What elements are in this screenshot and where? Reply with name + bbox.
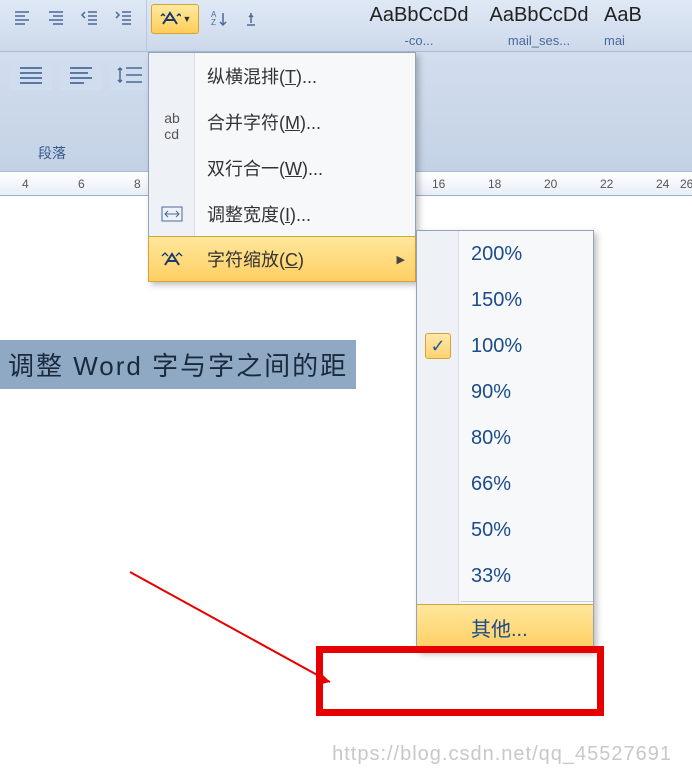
menu-item-horizontal-vertical[interactable]: 纵横混排(T)... <box>149 53 415 99</box>
option-label: 200% <box>471 243 522 266</box>
submenu-arrow-icon: ▶ <box>397 253 405 266</box>
menu-label: 双行合一(W)... <box>207 155 323 181</box>
scale-option-200[interactable]: 200% <box>417 231 593 277</box>
menu-divider <box>461 601 593 602</box>
menu-label: 字符缩放(C) <box>207 246 304 272</box>
style-name: mai <box>604 33 654 48</box>
line-spacing-button[interactable] <box>110 60 152 90</box>
ruler-mark: 16 <box>432 177 445 191</box>
paragraph-buttons-group <box>0 0 147 51</box>
decrease-indent-button[interactable] <box>76 6 104 32</box>
ruler-mark: 8 <box>134 177 141 191</box>
ribbon-toolbar: ▼ AZ AaBbCcDd -co... AaBbCcDd mail_ses..… <box>0 0 692 52</box>
ruler-mark: 4 <box>22 177 29 191</box>
indent-left-button[interactable] <box>8 6 36 32</box>
menu-label: 调整宽度(I)... <box>207 201 311 227</box>
style-preview: AaBbCcDd <box>364 4 474 27</box>
scale-option-80[interactable]: 80% <box>417 415 593 461</box>
style-preview: AaB <box>604 4 654 27</box>
annotation-arrow <box>120 562 360 702</box>
menu-item-fit-width[interactable]: 调整宽度(I)... <box>149 191 415 237</box>
char-scale-icon <box>149 238 195 282</box>
watermark: https://blog.csdn.net/qq_45527691 <box>332 743 672 766</box>
option-label: 50% <box>471 519 511 542</box>
ruler-mark: 18 <box>488 177 501 191</box>
menu-item-two-lines[interactable]: 双行合一(W)... <box>149 145 415 191</box>
ruler-mark: 26 <box>680 177 692 191</box>
show-marks-button[interactable] <box>237 6 265 32</box>
asian-layout-button[interactable]: ▼ <box>151 4 199 34</box>
check-icon: ✓ <box>425 333 451 359</box>
option-label: 150% <box>471 289 522 312</box>
option-label: 其他... <box>471 613 528 642</box>
indent-right-button[interactable] <box>42 6 70 32</box>
option-label: 66% <box>471 473 511 496</box>
increase-indent-button[interactable] <box>110 6 138 32</box>
ruler-mark: 20 <box>544 177 557 191</box>
selected-text[interactable]: 调整 Word 字与字之间的距 <box>0 340 356 389</box>
scale-option-90[interactable]: 90% <box>417 369 593 415</box>
style-name: -co... <box>364 33 474 48</box>
svg-text:Z: Z <box>211 18 216 27</box>
style-name: mail_ses... <box>484 33 594 48</box>
menu-label: 纵横混排(T)... <box>207 63 317 89</box>
ruler-mark: 22 <box>600 177 613 191</box>
sort-button[interactable]: AZ <box>205 6 233 32</box>
dropdown-caret-icon: ▼ <box>183 14 192 24</box>
style-item-1[interactable]: AaBbCcDd -co... <box>364 4 474 48</box>
scale-option-150[interactable]: 150% <box>417 277 593 323</box>
align-justify-button[interactable] <box>10 60 52 90</box>
option-label: 90% <box>471 381 511 404</box>
style-item-2[interactable]: AaBbCcDd mail_ses... <box>484 4 594 48</box>
style-preview: AaBbCcDd <box>484 4 594 27</box>
align-distribute-button[interactable] <box>60 60 102 90</box>
scale-option-66[interactable]: 66% <box>417 461 593 507</box>
menu-label: 合并字符(M)... <box>207 109 321 135</box>
option-label: 80% <box>471 427 511 450</box>
ruler-mark: 6 <box>78 177 85 191</box>
scale-option-100[interactable]: ✓ 100% <box>417 323 593 369</box>
styles-gallery: AaBbCcDd -co... AaBbCcDd mail_ses... AaB… <box>358 0 660 50</box>
option-label: 33% <box>471 565 511 588</box>
menu-item-combine-chars[interactable]: 合并字符(M)... <box>149 99 415 145</box>
group-label: 段落 <box>38 143 66 163</box>
asian-layout-menu: 纵横混排(T)... abcd 合并字符(M)... 双行合一(W)... 调整… <box>148 52 416 282</box>
char-scale-submenu: 200% 150% ✓ 100% 90% 80% 66% 50% 33% 其他.… <box>416 230 594 651</box>
option-label: 100% <box>471 335 522 358</box>
scale-option-other[interactable]: 其他... <box>417 604 593 650</box>
scale-option-33[interactable]: 33% <box>417 553 593 599</box>
scale-option-50[interactable]: 50% <box>417 507 593 553</box>
ruler-mark: 24 <box>656 177 669 191</box>
style-item-3[interactable]: AaB mai <box>604 4 654 48</box>
